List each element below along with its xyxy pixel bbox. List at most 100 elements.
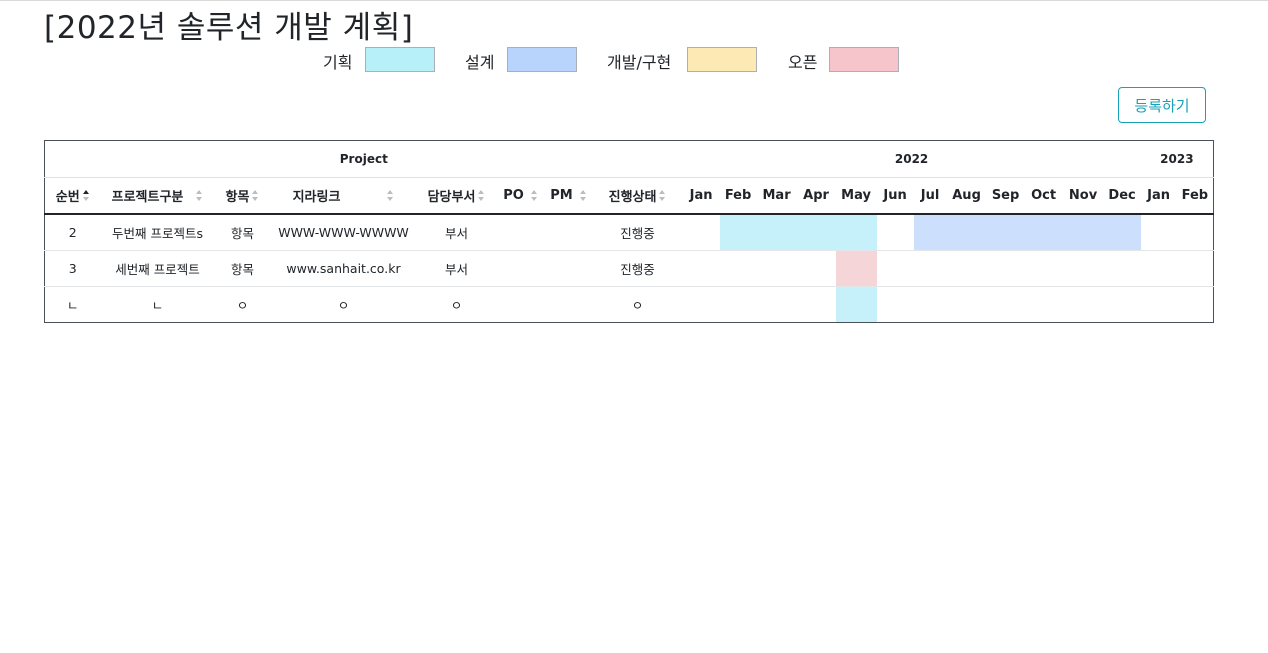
timeline-cell <box>796 250 836 287</box>
cell-no: 2 <box>44 213 101 251</box>
cell-po <box>496 213 545 251</box>
month-header: Nov <box>1062 177 1104 215</box>
cell-jira-link[interactable]: ㅇ <box>270 286 417 323</box>
sort-icon[interactable] <box>530 190 538 201</box>
sort-icon[interactable] <box>387 190 394 201</box>
timeline-cell <box>835 213 877 251</box>
timeline-cell <box>1062 213 1104 251</box>
column-header-department[interactable]: 담당부서 <box>416 177 497 215</box>
timeline-bar <box>1062 215 1104 250</box>
sort-icon[interactable] <box>252 190 259 201</box>
month-header: Feb <box>719 177 757 215</box>
timeline-cell <box>1140 286 1177 323</box>
group-header-2023: 2023 <box>1140 140 1214 178</box>
legend-swatch <box>687 47 757 72</box>
column-header-project-type[interactable]: 프로젝트구분 <box>100 177 215 215</box>
page-title: [2022년 솔루션 개발 계획] <box>44 10 414 46</box>
sort-icon[interactable] <box>659 190 666 201</box>
table-row[interactable]: ㄴㄴㅇㅇㅇㅇ <box>44 286 1214 323</box>
timeline-cell <box>835 250 877 287</box>
column-header-label: 순번 <box>55 190 80 205</box>
timeline-bar <box>835 215 877 250</box>
timeline-bar <box>756 215 797 250</box>
month-header: Sep <box>986 177 1025 215</box>
timeline-cell <box>986 286 1025 323</box>
month-header: Jan <box>682 177 720 215</box>
legend-label: 기획 <box>323 53 353 72</box>
timeline-cell <box>1062 250 1104 287</box>
cell-project-type: 세번째 프로젝트 <box>100 250 215 287</box>
cell-no: ㄴ <box>44 286 101 323</box>
register-button[interactable]: 등록하기 <box>1118 87 1206 123</box>
group-header-project: Project <box>44 140 683 178</box>
timeline-cell <box>1024 286 1063 323</box>
timeline-cell <box>1103 213 1141 251</box>
timeline-cell <box>719 213 757 251</box>
timeline-cell <box>1176 250 1214 287</box>
cell-pm <box>544 286 593 323</box>
legend-label: 설계 <box>465 53 495 72</box>
table-row[interactable]: 3 세번째 프로젝트 항목 www.sanhait.co.kr 부서 진행중 <box>44 250 1214 287</box>
legend-label: 개발/구현 <box>607 53 672 72</box>
column-header-jira-link[interactable]: 지라링크 <box>270 177 417 215</box>
timeline-cell <box>1024 250 1063 287</box>
group-header-row: Project 2022 2023 <box>44 140 1214 178</box>
column-header-label: PO <box>503 188 524 203</box>
table-row[interactable]: 2 두번째 프로젝트s 항목 WWW-WWW-WWWW 부서 진행중 <box>44 213 1214 251</box>
column-header-item[interactable]: 항목 <box>214 177 271 215</box>
timeline-cell <box>682 213 720 251</box>
timeline-bar <box>1024 215 1063 250</box>
timeline-cell <box>756 286 797 323</box>
timeline-cell <box>682 250 720 287</box>
month-header: Jul <box>913 177 947 215</box>
timeline-bar <box>913 215 947 250</box>
top-divider <box>0 0 1268 1</box>
sort-icon[interactable] <box>579 190 587 201</box>
timeline-cell <box>913 250 947 287</box>
column-header-label: 담당부서 <box>427 190 476 205</box>
timeline-cell <box>913 286 947 323</box>
sort-icon[interactable] <box>196 190 203 201</box>
column-header-label: 프로젝트구분 <box>111 190 184 205</box>
timeline-cell <box>1176 213 1214 251</box>
cell-department: 부서 <box>416 213 497 251</box>
legend-swatch <box>365 47 435 72</box>
legend-swatch <box>507 47 577 72</box>
timeline-bar <box>986 215 1025 250</box>
column-header-label: 진행상태 <box>608 190 657 205</box>
timeline-cell <box>1140 213 1177 251</box>
sort-icon[interactable] <box>478 190 485 201</box>
timeline-cell <box>876 213 914 251</box>
timeline-bar <box>796 215 836 250</box>
group-header-2022: 2022 <box>682 140 1141 178</box>
timeline-cell <box>986 213 1025 251</box>
timeline-cell <box>796 213 836 251</box>
cell-jira-link[interactable]: www.sanhait.co.kr <box>270 250 417 287</box>
cell-pm <box>544 213 593 251</box>
column-header-status[interactable]: 진행상태 <box>592 177 683 215</box>
timeline-cell <box>913 213 947 251</box>
month-header: Dec <box>1103 177 1141 215</box>
timeline-cell <box>719 286 757 323</box>
gantt-table: Project 2022 2023 순번 프로젝트구분 항목 지라링크 담당부서… <box>44 140 1215 323</box>
timeline-bar <box>835 287 877 322</box>
month-header: Mar <box>756 177 797 215</box>
timeline-cell <box>1140 250 1177 287</box>
cell-jira-link[interactable]: WWW-WWW-WWWW <box>270 213 417 251</box>
sort-asc-icon[interactable] <box>82 190 90 201</box>
cell-po <box>496 250 545 287</box>
timeline-cell <box>796 286 836 323</box>
month-header: Apr <box>796 177 836 215</box>
timeline-cell <box>756 250 797 287</box>
column-header-pm[interactable]: PM <box>544 177 593 215</box>
timeline-cell <box>876 250 914 287</box>
column-header-po[interactable]: PO <box>496 177 545 215</box>
legend-swatch <box>829 47 899 72</box>
column-header-label: 항목 <box>225 190 250 205</box>
timeline-cell <box>1103 250 1141 287</box>
legend: 기획 설계 개발/구현 오픈 <box>0 47 1268 72</box>
cell-no: 3 <box>44 250 101 287</box>
legend-label: 오픈 <box>788 53 818 72</box>
month-header: May <box>835 177 877 215</box>
column-header-no[interactable]: 순번 <box>44 177 101 215</box>
